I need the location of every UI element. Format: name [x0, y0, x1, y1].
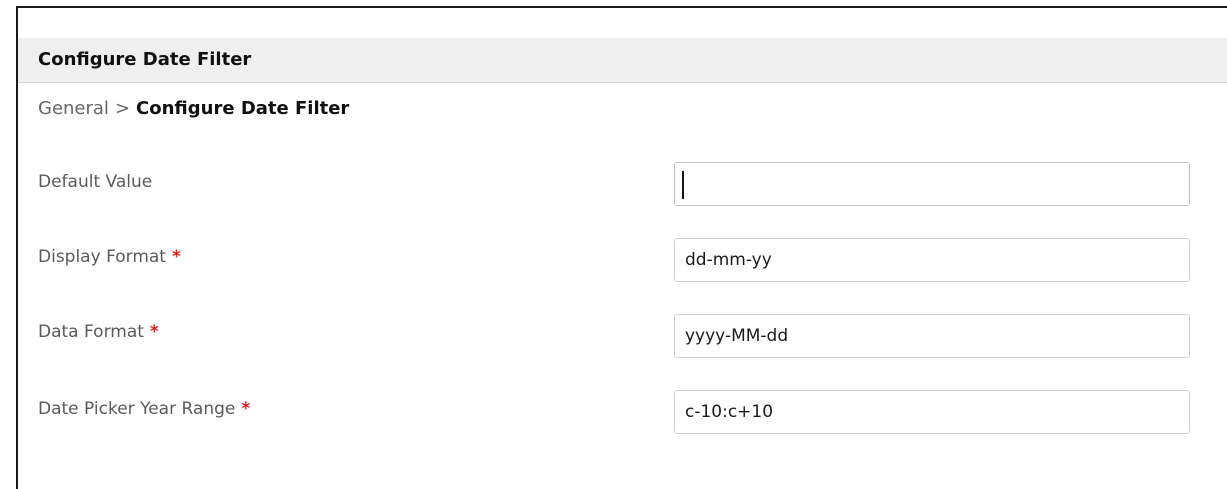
- display-format-label: Display Format *: [38, 247, 181, 267]
- date-picker-year-range-input[interactable]: [674, 390, 1190, 434]
- breadcrumb: General > Configure Date Filter: [38, 98, 349, 119]
- required-marker: *: [149, 322, 159, 342]
- default-value-input[interactable]: [674, 162, 1190, 206]
- breadcrumb-current: Configure Date Filter: [136, 98, 350, 119]
- default-value-label-text: Default Value: [38, 172, 153, 192]
- breadcrumb-parent[interactable]: General: [38, 98, 109, 119]
- panel-title: Configure Date Filter: [38, 49, 252, 70]
- data-format-input[interactable]: [674, 314, 1190, 358]
- required-marker: *: [171, 247, 181, 267]
- data-format-label: Data Format *: [38, 322, 159, 342]
- date-picker-year-range-label-text: Date Picker Year Range: [38, 399, 236, 419]
- display-format-input[interactable]: [674, 238, 1190, 282]
- default-value-label: Default Value: [38, 172, 152, 192]
- dialog-panel: Configure Date Filter General > Configure …: [16, 6, 1227, 489]
- text-caret: [682, 171, 684, 199]
- date-picker-year-range-label: Date Picker Year Range *: [38, 399, 250, 419]
- data-format-label-text: Data Format: [38, 322, 144, 342]
- required-marker: *: [241, 399, 251, 419]
- panel-header: Configure Date Filter: [18, 38, 1227, 83]
- display-format-label-text: Display Format: [38, 247, 166, 267]
- breadcrumb-separator: >: [114, 98, 131, 119]
